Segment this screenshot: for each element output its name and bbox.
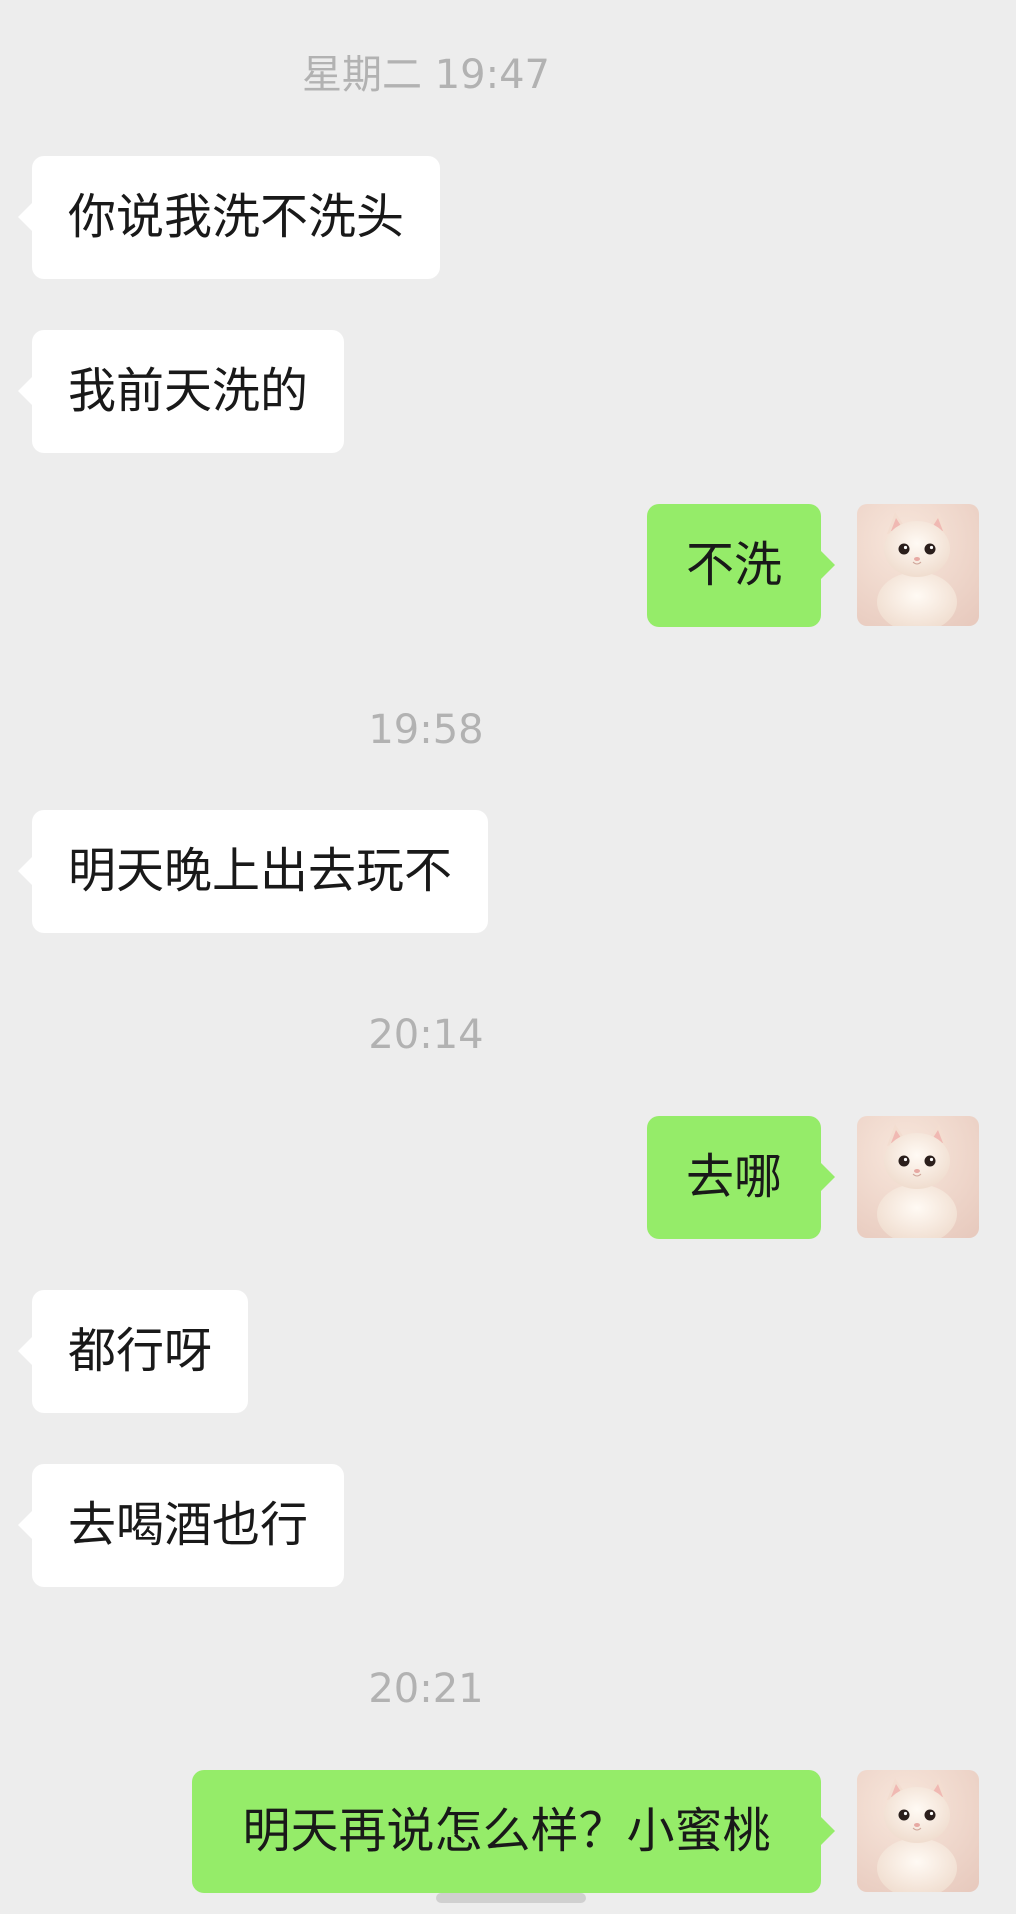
timestamp: 20:21: [368, 1666, 484, 1712]
incoming-message-bubble[interactable]: 你说我洗不洗头: [17, 156, 441, 279]
timestamp: 19:58: [368, 707, 484, 753]
incoming-message-bubble[interactable]: 明天晚上出去玩不: [17, 810, 489, 933]
incoming-message-bubble[interactable]: 我前天洗的: [17, 330, 345, 453]
cat-avatar-icon[interactable]: [857, 1770, 979, 1892]
home-indicator: [436, 1893, 586, 1903]
cat-avatar-icon[interactable]: [857, 504, 979, 626]
timestamp: 20:14: [368, 1012, 484, 1058]
cat-avatar-icon[interactable]: [857, 1116, 979, 1238]
incoming-message-bubble[interactable]: 去喝酒也行: [17, 1464, 345, 1587]
outgoing-message-bubble[interactable]: 去哪: [647, 1116, 835, 1239]
chat-area: 星期二 19:47 你说我洗不洗头 我前天洗的 不洗 19:58 明天晚上出去玩…: [0, 0, 1016, 1914]
outgoing-message-bubble[interactable]: 明天再说怎么样？小蜜桃: [192, 1770, 835, 1893]
outgoing-message-bubble[interactable]: 不洗: [647, 504, 835, 627]
timestamp: 星期二 19:47: [302, 52, 550, 98]
incoming-message-bubble[interactable]: 都行呀: [17, 1290, 249, 1413]
